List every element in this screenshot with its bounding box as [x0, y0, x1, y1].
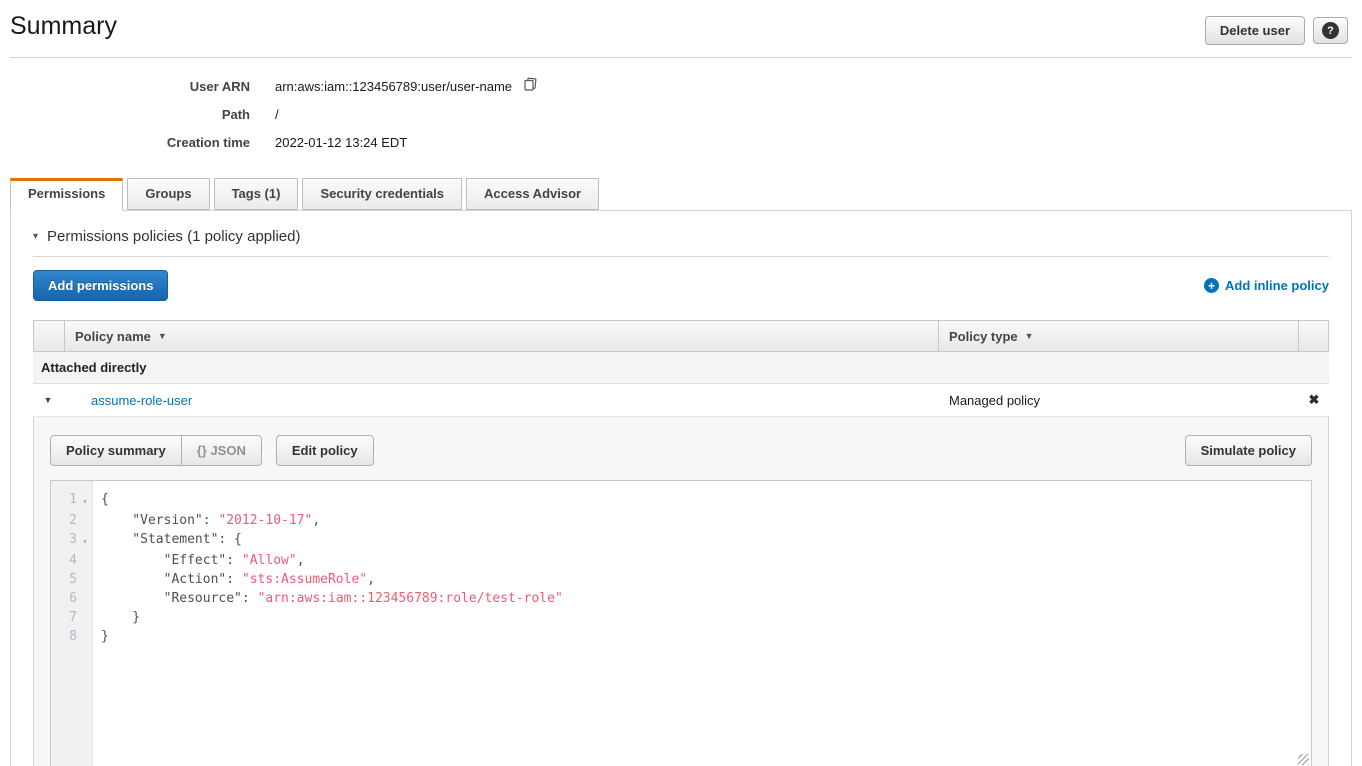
policy-actions-row: Add permissions + Add inline policy — [33, 270, 1329, 301]
field-label: Creation time — [0, 135, 250, 150]
detach-policy-icon[interactable]: ✖ — [1299, 392, 1329, 408]
help-icon: ? — [1322, 22, 1339, 39]
group-row-attached-directly: Attached directly — [33, 352, 1329, 384]
summary-fields: User ARN arn:aws:iam::123456789:user/user… — [0, 72, 1362, 156]
field-value: arn:aws:iam::123456789:user/user-name — [275, 77, 538, 95]
policies-table: Policy name ▼ Policy type ▼ Attached dir… — [33, 320, 1329, 417]
policies-table-header: Policy name ▼ Policy type ▼ — [33, 320, 1329, 352]
line-number: 2 — [51, 511, 77, 530]
column-header-policy-type[interactable]: Policy type ▼ — [938, 321, 1298, 351]
code-text: } — [93, 627, 109, 646]
field-value: 2022-01-12 13:24 EDT — [275, 135, 407, 150]
code-text: "Action": "sts:AssumeRole", — [93, 570, 375, 589]
permissions-panel: ▾ Permissions policies (1 policy applied… — [10, 210, 1352, 766]
expander-column-header — [34, 321, 64, 351]
summary-field-row: Path / — [0, 100, 1362, 128]
policy-json-editor[interactable]: 1▾{2 "Version": "2012-10-17",3▾ "Stateme… — [50, 480, 1312, 766]
column-header-policy-name[interactable]: Policy name ▼ — [64, 321, 938, 351]
code-text: "Statement": { — [93, 530, 242, 551]
fold-spacer — [77, 608, 93, 627]
code-text: "Effect": "Allow", — [93, 551, 305, 570]
policy-type-cell: Managed policy — [939, 393, 1299, 408]
row-expander-caret-icon[interactable]: ▼ — [33, 395, 63, 405]
permissions-policies-heading: Permissions policies (1 policy applied) — [47, 228, 300, 245]
delete-user-button[interactable]: Delete user — [1205, 16, 1305, 45]
policy-detail-panel: Policy summary {} JSON Edit policy Simul… — [33, 417, 1329, 766]
add-inline-policy-label: Add inline policy — [1225, 278, 1329, 293]
editor-code-lines: 1▾{2 "Version": "2012-10-17",3▾ "Stateme… — [51, 481, 1311, 646]
code-line: 7 } — [51, 608, 1311, 627]
page-title: Summary — [10, 10, 117, 41]
code-text: } — [93, 608, 140, 627]
tab-tags[interactable]: Tags (1) — [214, 178, 299, 210]
tab-groups[interactable]: Groups — [127, 178, 209, 210]
help-button[interactable]: ? — [1313, 17, 1348, 45]
code-line: 1▾{ — [51, 490, 1311, 511]
fold-spacer — [77, 589, 93, 608]
add-inline-policy-link[interactable]: + Add inline policy — [1204, 278, 1329, 293]
code-line: 4 "Effect": "Allow", — [51, 551, 1311, 570]
actions-column-header — [1298, 321, 1328, 351]
line-number: 1 — [51, 490, 77, 511]
code-text: "Resource": "arn:aws:iam::123456789:role… — [93, 589, 563, 608]
line-number: 5 — [51, 570, 77, 589]
sort-caret-icon: ▼ — [158, 331, 167, 341]
policy-view-buttons: Policy summary {} JSON Edit policy Simul… — [50, 435, 1312, 466]
policy-view-left-buttons: Policy summary {} JSON Edit policy — [50, 435, 374, 466]
fold-caret-icon[interactable]: ▾ — [77, 530, 93, 551]
line-number: 7 — [51, 608, 77, 627]
line-number: 3 — [51, 530, 77, 551]
json-view-button[interactable]: {} JSON — [181, 435, 262, 466]
policy-name-link[interactable]: assume-role-user — [63, 393, 939, 408]
code-line: 2 "Version": "2012-10-17", — [51, 511, 1311, 530]
code-line: 8} — [51, 627, 1311, 646]
tab-security-credentials[interactable]: Security credentials — [302, 178, 462, 210]
page-header: Summary Delete user ? — [10, 0, 1352, 58]
editor-resize-handle-icon[interactable] — [1298, 754, 1309, 765]
line-number: 8 — [51, 627, 77, 646]
sort-caret-icon: ▼ — [1025, 331, 1034, 341]
add-permissions-button[interactable]: Add permissions — [33, 270, 168, 301]
summary-field-row: User ARN arn:aws:iam::123456789:user/user… — [0, 72, 1362, 100]
line-number: 6 — [51, 589, 77, 608]
tab-access-advisor[interactable]: Access Advisor — [466, 178, 599, 210]
code-line: 5 "Action": "sts:AssumeRole", — [51, 570, 1311, 589]
field-value: / — [275, 107, 279, 122]
fold-spacer — [77, 511, 93, 530]
policy-table-row: ▼assume-role-userManaged policy✖ — [33, 384, 1329, 417]
collapse-caret-icon: ▾ — [33, 231, 38, 242]
fold-caret-icon[interactable]: ▾ — [77, 490, 93, 511]
header-actions: Delete user ? — [1205, 10, 1348, 45]
code-line: 6 "Resource": "arn:aws:iam::123456789:ro… — [51, 589, 1311, 608]
permissions-policies-section-toggle[interactable]: ▾ Permissions policies (1 policy applied… — [31, 211, 1331, 256]
line-number: 4 — [51, 551, 77, 570]
fold-spacer — [77, 570, 93, 589]
edit-policy-button[interactable]: Edit policy — [276, 435, 374, 466]
tab-permissions[interactable]: Permissions — [10, 178, 123, 211]
code-line: 3▾ "Statement": { — [51, 530, 1311, 551]
summary-field-row: Creation time 2022-01-12 13:24 EDT — [0, 128, 1362, 156]
code-text: { — [93, 490, 109, 511]
field-label: Path — [0, 107, 250, 122]
field-label: User ARN — [0, 79, 250, 94]
copy-icon[interactable] — [522, 77, 538, 95]
policy-summary-button[interactable]: Policy summary — [50, 435, 182, 466]
section-divider — [33, 256, 1329, 257]
code-text: "Version": "2012-10-17", — [93, 511, 320, 530]
tab-bar: PermissionsGroupsTags (1)Security creden… — [10, 178, 1352, 210]
simulate-policy-button[interactable]: Simulate policy — [1185, 435, 1312, 466]
plus-circle-icon: + — [1204, 278, 1219, 293]
fold-spacer — [77, 551, 93, 570]
fold-spacer — [77, 627, 93, 646]
